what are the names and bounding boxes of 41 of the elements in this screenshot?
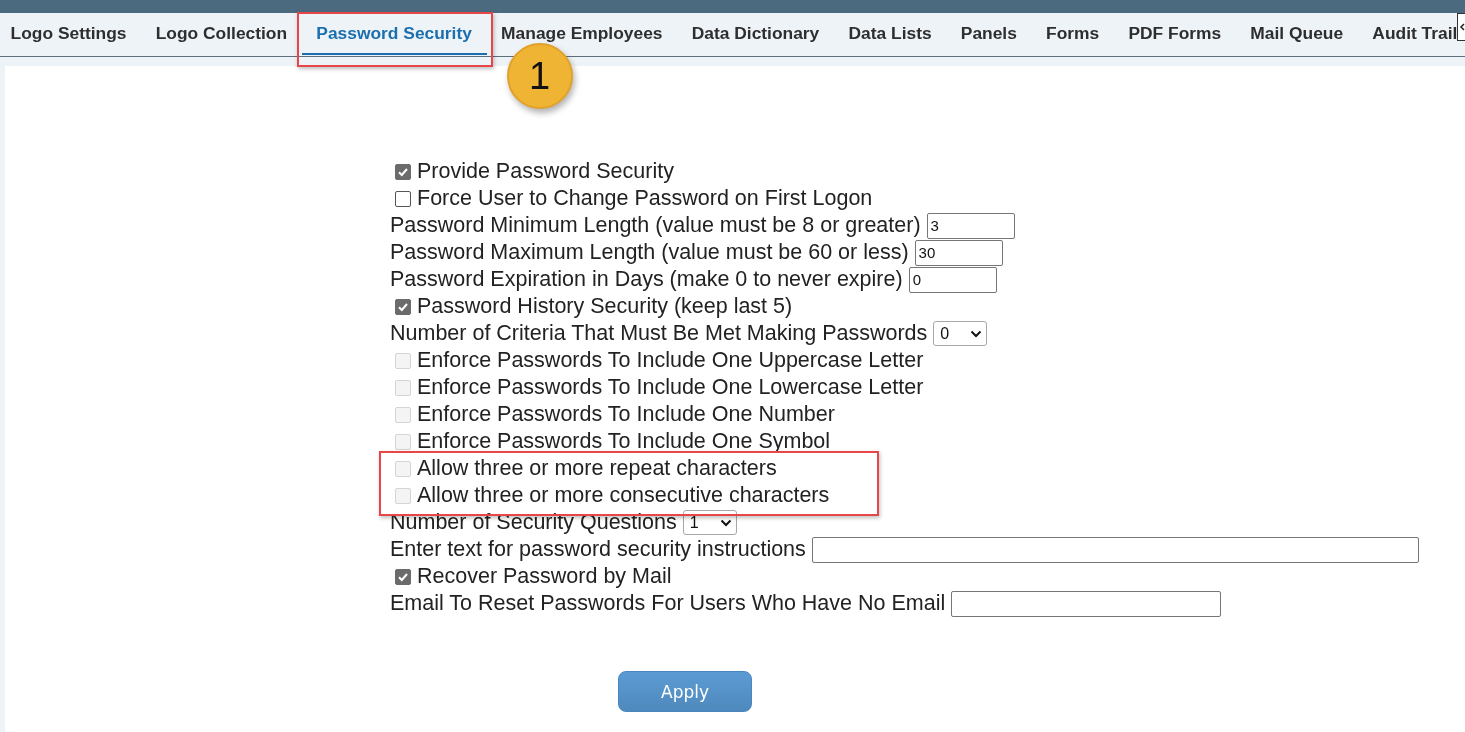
scroll-button[interactable]: [1457, 13, 1465, 41]
input-field[interactable]: 3: [926, 212, 1015, 239]
input-field[interactable]: 30: [914, 239, 1003, 266]
tab[interactable]: Forms: [1031, 13, 1114, 55]
checkbox-label: Provide Password Security: [417, 159, 674, 184]
tab[interactable]: Password Security: [301, 13, 487, 55]
tab[interactable]: Data Lists: [833, 13, 947, 55]
checkbox[interactable]: [395, 190, 411, 207]
tab[interactable]: Audit Trail: [1357, 13, 1465, 55]
tab[interactable]: PDF Forms: [1113, 13, 1236, 55]
tab[interactable]: Mail Queue: [1235, 13, 1358, 55]
chevron-down-icon: [970, 329, 983, 338]
checkbox-label: Enforce Passwords To Include One Number: [417, 402, 835, 427]
input-field[interactable]: [951, 590, 1222, 617]
checkbox[interactable]: [395, 298, 411, 315]
dropdown[interactable]: 1: [682, 510, 737, 535]
input-field[interactable]: [811, 536, 1419, 563]
field-label: Password Expiration in Days (make 0 to never expire): [390, 267, 903, 292]
field-label: Email To Reset Passwords For Users Who Have No Email: [390, 591, 946, 616]
input-field[interactable]: 0: [908, 266, 997, 293]
field-label: Password Minimum Length (value must be 8 or greater): [390, 213, 921, 238]
checkbox-label: Enforce Passwords To Include One Symbol: [417, 429, 831, 454]
checkbox-label: Enforce Passwords To Include One Lowercase Letter: [417, 375, 924, 400]
dropdown[interactable]: 0: [933, 321, 988, 346]
tab[interactable]: Data Dictionary: [677, 13, 834, 55]
field-label: Number of Criteria That Must Be Met Making Passwords: [390, 321, 928, 346]
field-label: Enter text for password security instructions: [390, 537, 806, 562]
checkbox-label: Allow three or more consecutive characters: [417, 483, 830, 508]
tab[interactable]: Panels: [946, 13, 1032, 55]
chevron-down-icon: [719, 518, 732, 527]
checkbox-label: Recover Password by Mail: [417, 564, 672, 589]
checkbox[interactable]: [395, 568, 411, 585]
chevron-left-icon: [1459, 23, 1465, 31]
checkbox-label: Allow three or more repeat characters: [417, 456, 777, 481]
checkbox[interactable]: [395, 163, 411, 180]
tab[interactable]: Logo Collection: [141, 13, 302, 55]
field-label: Password Maximum Length (value must be 60 or less): [390, 240, 909, 265]
checkbox-label: Enforce Passwords To Include One Uppercase Letter: [417, 348, 924, 373]
tab[interactable]: Logo Settings: [0, 13, 142, 55]
checkbox-label: Force User to Change Password on First Logon: [417, 186, 873, 211]
checkbox-label: Password History Security (keep last 5): [417, 294, 793, 319]
